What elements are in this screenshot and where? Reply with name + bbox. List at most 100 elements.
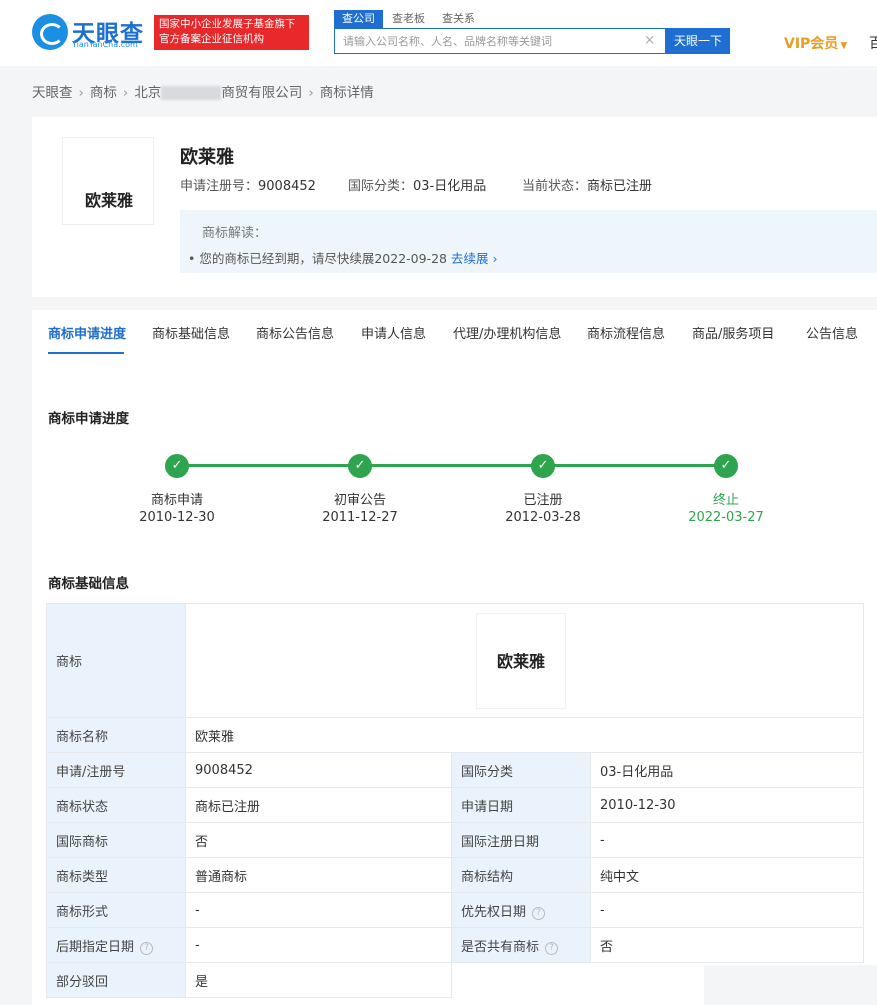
reg-no-label: 申请注册号： (180, 179, 259, 194)
table-row: 商标形式 - 优先权日期? - (46, 892, 864, 928)
company-suffix: 商贸有限公司 (221, 85, 303, 101)
table-row: 商标名称 欧莱雅 (46, 717, 864, 753)
tab-applicant-info[interactable]: 申请人信息 (361, 323, 426, 342)
empty-cell (452, 963, 591, 998)
table-key-text: 后期指定日期 (56, 939, 135, 955)
table-row: 商标 欧莱雅 (46, 603, 864, 718)
tianyancha-logo[interactable]: 天眼查 TianYanCha.com (32, 14, 150, 52)
breadcrumb-trademark[interactable]: 商标 (90, 81, 117, 101)
table-value: - (185, 927, 452, 963)
search-box: × (334, 28, 666, 54)
top-header: 天眼查 TianYanCha.com 国家中小企业发展子基金旗下 官方备案企业征… (0, 0, 877, 66)
table-value: 否 (185, 822, 452, 858)
breadcrumb-separator: › (308, 85, 314, 101)
reg-no-meta: 申请注册号：9008452 (180, 175, 316, 194)
table-key-text: 优先权日期 (461, 904, 527, 920)
search-tab-boss[interactable]: 查老板 (392, 10, 425, 28)
table-key-with-help: 后期指定日期? (46, 927, 186, 963)
detail-tabs: 商标申请进度 商标基础信息 商标公告信息 申请人信息 代理/办理机构信息 商标流… (32, 310, 877, 354)
search-tab-company[interactable]: 查公司 (334, 10, 383, 28)
table-value: 03-日化用品 (590, 752, 864, 788)
table-value: 商标已注册 (185, 787, 452, 823)
table-value: 否 (590, 927, 864, 963)
tab-process-info[interactable]: 商标流程信息 (587, 323, 665, 342)
check-icon: ✓ (348, 454, 372, 478)
table-key-text: 是否共有商标 (461, 939, 540, 955)
step-date: 2022-03-27 (688, 510, 764, 525)
table-key: 申请日期 (451, 787, 591, 823)
trademark-image[interactable]: 欧莱雅 (62, 137, 154, 225)
table-key: 商标结构 (451, 857, 591, 893)
logo-domain: TianYanCha.com (72, 40, 138, 49)
table-key: 国际注册日期 (451, 822, 591, 858)
clear-icon[interactable]: × (644, 33, 655, 48)
help-icon[interactable]: ? (532, 906, 546, 920)
step-label: 商标申请 (150, 493, 203, 508)
table-row: 商标状态 商标已注册 申请日期 2010-12-30 (46, 787, 864, 823)
header-cutoff-text[interactable]: 百 (869, 33, 877, 53)
company-prefix: 北京 (134, 85, 162, 101)
table-row: 国际商标 否 国际注册日期 - (46, 822, 864, 858)
tab-gazette-info[interactable]: 公告信息 (806, 323, 858, 342)
search-tab-relation[interactable]: 查关系 (442, 10, 475, 28)
table-key: 国际分类 (451, 752, 591, 788)
trademark-name: 欧莱雅 (180, 147, 234, 168)
status-label: 当前状态： (522, 179, 588, 194)
table-key: 商标类型 (46, 857, 186, 893)
tab-application-progress[interactable]: 商标申请进度 (48, 323, 126, 342)
table-key-with-help: 优先权日期? (451, 892, 591, 928)
progress-connector (360, 464, 543, 467)
table-key-with-help: 是否共有商标? (451, 927, 591, 963)
table-value: 欧莱雅 (185, 603, 864, 718)
table-value: 是 (185, 962, 452, 998)
interp-title: 商标解读： (202, 226, 268, 241)
step-date: 2012-03-28 (505, 510, 581, 525)
step-label: 终止 (712, 493, 739, 508)
table-key: 商标状态 (46, 787, 186, 823)
interp-message: • 您的商标已经到期，请尽快续展2022-09-28 (188, 251, 447, 266)
check-icon: ✓ (714, 454, 738, 478)
table-key: 部分驳回 (46, 962, 186, 998)
breadcrumb-current: 商标详情 (319, 85, 374, 101)
help-icon[interactable]: ? (545, 941, 559, 955)
progress-section-title: 商标申请进度 (48, 411, 129, 427)
table-row: 商标类型 普通商标 商标结构 纯中文 (46, 857, 864, 893)
caret-down-icon: ▼ (840, 41, 848, 51)
page-edge-fill (704, 965, 877, 1005)
basic-info-table: 商标 欧莱雅 商标名称 欧莱雅 申请/注册号 9008452 国际分类 03-日… (46, 603, 864, 998)
tab-agency-info[interactable]: 代理/办理机构信息 (453, 323, 561, 342)
status-meta: 当前状态：商标已注册 (522, 175, 652, 194)
table-value: 2010-12-30 (590, 787, 864, 823)
help-icon[interactable]: ? (140, 941, 154, 955)
step-label: 初审公告 (333, 493, 386, 508)
progress-connector (177, 464, 360, 467)
table-key: 国际商标 (46, 822, 186, 858)
search-input[interactable] (335, 29, 635, 53)
vip-member-menu[interactable]: VIP会员 ▼ (784, 33, 847, 53)
breadcrumb-separator: › (78, 85, 84, 101)
table-key: 商标 (46, 603, 186, 718)
table-row: 后期指定日期? - 是否共有商标? 否 (46, 927, 864, 963)
table-value: 9008452 (185, 752, 452, 788)
badge-line-2: 官方备案企业征信机构 (159, 33, 264, 45)
badge-line-1: 国家中小企业发展子基金旗下 (159, 18, 296, 30)
step-label: 已注册 (523, 493, 563, 508)
breadcrumb-company[interactable]: 北京 商贸有限公司 (134, 81, 302, 101)
table-value: 纯中文 (590, 857, 864, 893)
main-content: 商标申请进度 ✓ ✓ ✓ ✓ 商标申请 2010-12-30 初审公告 2011… (32, 354, 877, 1005)
table-key: 商标形式 (46, 892, 186, 928)
table-value: - (590, 822, 864, 858)
vip-label: VIP会员 (784, 36, 839, 52)
search-button[interactable]: 天眼一下 (666, 28, 730, 54)
progress-connector (543, 464, 726, 467)
interp-text: • 您的商标已经到期，请尽快续展2022-09-28 去续展 › (188, 248, 497, 267)
tab-goods-services[interactable]: 商品/服务项目 (692, 323, 774, 342)
trademark-table-image[interactable]: 欧莱雅 (476, 612, 566, 709)
breadcrumb-home[interactable]: 天眼查 (32, 81, 73, 101)
tab-basic-info[interactable]: 商标基础信息 (152, 323, 230, 342)
renew-link[interactable]: 去续展 › (451, 251, 497, 266)
table-key: 申请/注册号 (46, 752, 186, 788)
trademark-summary-card: 欧莱雅 欧莱雅 申请注册号：9008452 国际分类：03-日化用品 当前状态：… (32, 117, 877, 297)
tab-announcement-info[interactable]: 商标公告信息 (256, 323, 334, 342)
intl-class-meta: 国际分类：03-日化用品 (348, 175, 486, 194)
